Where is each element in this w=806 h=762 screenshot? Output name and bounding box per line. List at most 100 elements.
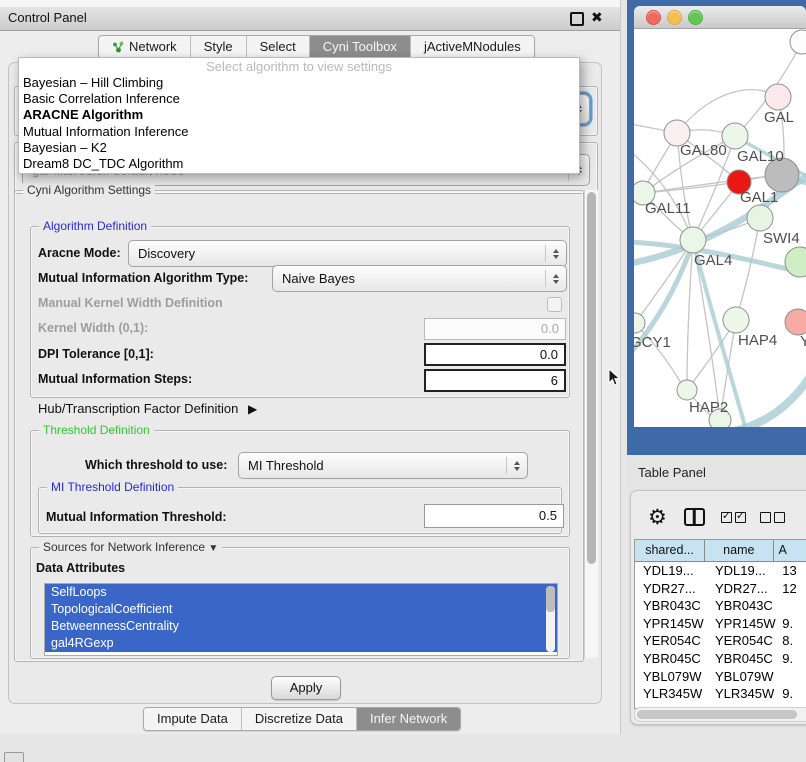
network-node[interactable] xyxy=(790,30,806,54)
table-row[interactable]: YPR145WYPR145W9. xyxy=(635,615,806,633)
mi-type-combo[interactable]: Naive Bayes xyxy=(272,265,567,292)
settings-group-title: Cyni Algorithm Settings xyxy=(23,183,155,197)
deselect-all-checkboxes-icon[interactable] xyxy=(760,512,785,523)
network-window: GALGAL80GAL10GAL1GAL11SWI4GAL4GCY1HAP4YH… xyxy=(634,6,806,427)
chevron-right-icon[interactable]: ▶ xyxy=(248,402,257,416)
collapsed-panel-button[interactable] xyxy=(4,752,24,762)
sources-group-title[interactable]: Sources for Network Inference ▼ xyxy=(39,540,222,554)
mi-threshold-field[interactable]: 0.5 xyxy=(424,504,564,528)
tab-infer-network[interactable]: Infer Network xyxy=(357,708,460,730)
tab-style[interactable]: Style xyxy=(191,36,247,58)
tab-label: Style xyxy=(204,36,233,58)
attribute-item-topologicalcoefficient[interactable]: TopologicalCoefficient xyxy=(45,601,557,618)
table-panel-strip: Table Panel xyxy=(627,455,806,490)
chevron-down-icon[interactable]: ▼ xyxy=(208,543,218,554)
table-cell: YDR27... xyxy=(635,580,707,598)
algorithm-option-bayesian-k2[interactable]: Bayesian – K2 xyxy=(23,140,579,156)
zoom-traffic-light-icon[interactable] xyxy=(688,10,703,25)
table-cell xyxy=(777,668,806,686)
table-header-row: shared...nameA xyxy=(635,540,806,562)
dpi-tolerance-field[interactable]: 0.0 xyxy=(424,343,566,366)
column-header-shared[interactable]: shared... xyxy=(635,540,705,561)
scrollbar-thumb[interactable] xyxy=(587,192,596,564)
tab-cyni-toolbox[interactable]: Cyni Toolbox xyxy=(310,36,411,58)
attribute-item-gal4rgexp[interactable]: gal4RGexp xyxy=(45,635,557,652)
list-scrollbar[interactable] xyxy=(546,586,555,652)
threshold-definition-title: Threshold Definition xyxy=(39,423,154,437)
tab-label: Cyni Toolbox xyxy=(323,36,397,58)
network-node-gal4[interactable] xyxy=(680,227,706,253)
tab-select[interactable]: Select xyxy=(247,36,310,58)
tab-discretize-data[interactable]: Discretize Data xyxy=(242,708,357,730)
close-icon[interactable]: ✖ xyxy=(591,9,603,26)
algorithm-option-aracne-algorithm[interactable]: ARACNE Algorithm xyxy=(23,107,579,123)
screen: Control Panel ✖ NetworkStyleSelectCyni T… xyxy=(0,0,806,762)
table-cell: YPR145W xyxy=(707,615,777,633)
table-cell: YBR043C xyxy=(635,597,707,615)
tab-label: jActiveMNodules xyxy=(424,36,521,58)
scrollbar-thumb[interactable] xyxy=(637,710,797,719)
which-threshold-combo[interactable]: MI Threshold xyxy=(238,452,528,479)
algorithm-definition-title: Algorithm Definition xyxy=(39,219,151,233)
node-label-gal10: GAL10 xyxy=(737,148,784,165)
attribute-item-selfloops[interactable]: SelfLoops xyxy=(45,584,557,601)
network-node-hap2[interactable] xyxy=(677,380,697,400)
node-table[interactable]: shared...nameA YDL19...YDL19...13YDR27..… xyxy=(634,539,806,709)
float-window-icon[interactable] xyxy=(570,12,584,26)
node-label-gal11: GAL11 xyxy=(645,200,691,217)
network-icon xyxy=(112,41,124,53)
network-node-gcy1[interactable] xyxy=(634,313,645,333)
table-cell: YER054C xyxy=(707,632,777,650)
which-threshold-value: MI Threshold xyxy=(239,458,506,473)
select-all-checkboxes-icon[interactable] xyxy=(721,512,746,523)
close-traffic-light-icon[interactable] xyxy=(646,10,661,25)
network-node-swi4[interactable] xyxy=(747,205,773,231)
algorithm-option-dream8-dc-tdc-algorithm[interactable]: Dream8 DC_TDC Algorithm xyxy=(23,156,579,172)
table-row[interactable]: YDR27...YDR27...12 xyxy=(635,580,806,598)
hub-definition-toggle[interactable]: Hub/Transcription Factor Definition ▶ xyxy=(38,401,257,416)
network-graph: GALGAL80GAL10GAL1GAL11SWI4GAL4GCY1HAP4YH… xyxy=(634,28,806,427)
tab-network[interactable]: Network xyxy=(99,36,191,58)
network-node-y[interactable] xyxy=(785,309,806,335)
network-node-gal[interactable] xyxy=(765,84,791,110)
column-header-a[interactable]: A xyxy=(774,540,806,561)
apply-button[interactable]: Apply xyxy=(271,676,341,700)
table-row[interactable]: YER054CYER054C8. xyxy=(635,632,806,650)
table-cell: YER054C xyxy=(635,632,707,650)
network-canvas[interactable]: GALGAL80GAL10GAL1GAL11SWI4GAL4GCY1HAP4YH… xyxy=(634,28,806,427)
mi-steps-label: Mutual Information Steps: xyxy=(38,372,192,386)
attribute-item-betweennesscentrality[interactable]: BetweennessCentrality xyxy=(45,618,557,635)
algorithm-option-basic-correlation-inference[interactable]: Basic Correlation Inference xyxy=(23,91,579,107)
minimize-traffic-light-icon[interactable] xyxy=(667,10,682,25)
table-cell: YPR145W xyxy=(635,615,707,633)
algorithm-dropdown-popup: Select algorithm to view settings Bayesi… xyxy=(18,57,580,174)
data-attributes-list[interactable]: SelfLoopsTopologicalCoefficientBetweenne… xyxy=(44,583,558,656)
aracne-mode-combo[interactable]: Discovery xyxy=(128,240,567,267)
node-label-swi4: SWI4 xyxy=(763,230,800,247)
table-row[interactable]: YLR345WYLR345W9. xyxy=(635,685,806,703)
manual-kernel-label: Manual Kernel Width Definition xyxy=(38,296,223,310)
mi-type-value: Naive Bayes xyxy=(273,271,545,286)
manual-kernel-checkbox[interactable] xyxy=(547,297,562,312)
table-row[interactable]: YDL19...YDL19...13 xyxy=(635,562,806,580)
network-titlebar[interactable] xyxy=(634,6,806,29)
gear-icon[interactable]: ⚙ xyxy=(648,507,667,528)
kernel-width-label: Kernel Width (0,1): xyxy=(38,321,148,335)
table-row[interactable]: YBL079WYBL079W xyxy=(635,668,806,686)
network-node-hap4[interactable] xyxy=(723,307,749,333)
mi-steps-field[interactable]: 6 xyxy=(424,369,566,392)
tab-jactivemnodules[interactable]: jActiveMNodules xyxy=(411,36,534,58)
table-row[interactable]: YBR045CYBR045C9. xyxy=(635,650,806,668)
hub-definition-label: Hub/Transcription Factor Definition xyxy=(38,401,238,416)
tab-impute-data[interactable]: Impute Data xyxy=(144,708,242,730)
column-header-name[interactable]: name xyxy=(705,540,773,561)
kernel-width-field[interactable]: 0.0 xyxy=(424,318,566,340)
table-row[interactable]: YBR043CYBR043C xyxy=(635,597,806,615)
scrollbar-thumb[interactable] xyxy=(546,586,555,612)
settings-scrollbar[interactable] xyxy=(584,190,598,658)
table-horizontal-scrollbar[interactable] xyxy=(634,707,806,722)
split-columns-icon[interactable] xyxy=(684,508,705,526)
network-node[interactable] xyxy=(785,247,806,277)
algorithm-option-mutual-information-inference[interactable]: Mutual Information Inference xyxy=(23,124,579,140)
algorithm-option-bayesian-hill-climbing[interactable]: Bayesian – Hill Climbing xyxy=(23,75,579,91)
